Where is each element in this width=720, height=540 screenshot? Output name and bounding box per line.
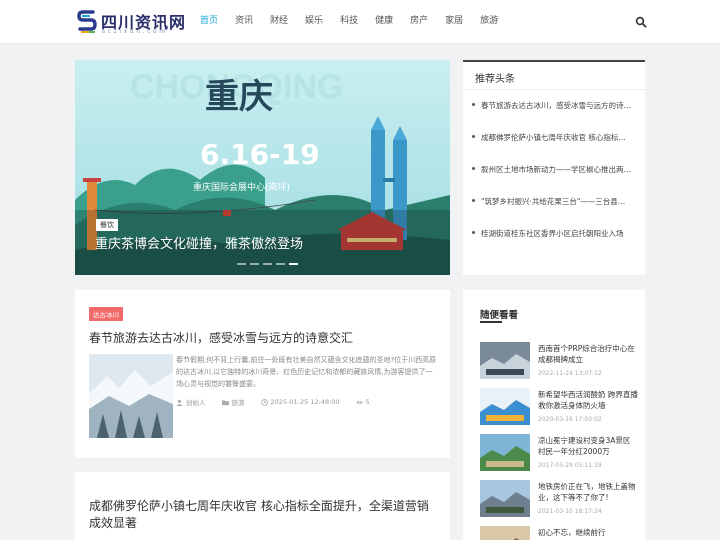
random-panel: 随便看看 西南首个PRP综合治疗中心在成都揭牌成立 2022-11-24 13:0… — [463, 290, 645, 540]
random-item-date: 2017-05-29 05:11:19 — [538, 462, 602, 469]
recommend-item[interactable]: 春节旅游去达古冰川，感受冰雪与远方的诗意交汇 — [472, 100, 642, 132]
random-item-thumbnail[interactable] — [480, 434, 530, 471]
recommend-panel: 推荐头条 春节旅游去达古冰川，感受冰雪与远方的诗意交汇 成都佛罗伦萨小镇七周年庆收… — [463, 60, 645, 275]
article-title[interactable]: 成都佛罗伦萨小镇七周年庆收官 核心指标全面提升，全渠道营销成效显著 — [89, 498, 439, 532]
article-views: 5 — [355, 397, 370, 407]
article-thumbnail[interactable] — [89, 354, 173, 438]
article-card: 达古冰川 春节旅游去达古冰川，感受冰雪与远方的诗意交汇 春节假期,何不背上行囊,… — [75, 290, 450, 458]
recommend-list: 春节旅游去达古冰川，感受冰雪与远方的诗意交汇 成都佛罗伦萨小镇七周年庆收官 核心指… — [472, 100, 642, 260]
nav-item[interactable]: 健康 — [375, 14, 393, 30]
article-date: 2025-01-25 12:48:00 — [260, 397, 340, 407]
slide-title[interactable]: 重庆茶博会文化碰撞，雅茶傲然登场 — [95, 233, 303, 252]
random-item-thumbnail[interactable] — [480, 480, 530, 517]
random-item[interactable]: 西南首个PRP综合治疗中心在成都揭牌成立 2022-11-24 13:07:12 — [480, 342, 640, 382]
article-category-badge[interactable]: 达古冰川 — [89, 307, 123, 321]
random-item-date: 2022-11-24 13:07:12 — [538, 370, 602, 377]
user-icon — [176, 399, 183, 406]
random-title: 随便看看 — [480, 310, 519, 321]
slider-dot[interactable] — [250, 263, 259, 265]
clock-icon — [260, 398, 268, 406]
random-item-title[interactable]: 地铁房价正在飞，地铁上盖物业，这下等不了你了! — [538, 481, 638, 503]
nav-item[interactable]: 科技 — [340, 14, 358, 30]
random-item-title[interactable]: 新希望华西活润酸奶 跨界直播救你激活身体防火墙 — [538, 389, 638, 411]
slider-dot[interactable] — [237, 263, 246, 265]
featured-slider[interactable]: CHONGQING 重庆 6.16-19 重庆国际会展中心(南坪) 餐饮 重庆茶… — [75, 60, 450, 275]
random-item-date: 2020-03-16 17:03:02 — [538, 416, 602, 423]
nav-item[interactable]: 财经 — [270, 14, 288, 30]
bullet-icon — [472, 135, 475, 138]
recommend-item[interactable]: 叙州区土地市场新动力——学区椒心推出两宗地 — [472, 164, 642, 196]
recommend-item[interactable]: 成都佛罗伦萨小镇七周年庆收官 核心指标全面提升 — [472, 132, 642, 164]
article-date-text: 2025-01-25 12:48:00 — [270, 398, 340, 406]
article-meta: 创始人 旅游 2025-01-25 12:48:00 5 — [176, 397, 386, 407]
article-card: 成都佛罗伦萨小镇七周年庆收官 核心指标全面提升，全渠道营销成效显著 — [75, 472, 450, 540]
article-section-name: 旅游 — [231, 399, 245, 407]
recommend-divider — [463, 89, 645, 90]
recommend-item[interactable]: "筑梦乡村振兴·共绘花果三台"——三台县水果产业 — [472, 196, 642, 228]
slider-dots — [237, 263, 302, 265]
recommend-item-text: 叙州区土地市场新动力——学区椒心推出两宗地 — [481, 165, 631, 174]
recommend-item-text: 春节旅游去达古冰川，感受冰雪与远方的诗意交汇 — [481, 101, 631, 110]
article-title[interactable]: 春节旅游去达古冰川，感受冰雪与远方的诗意交汇 — [89, 330, 439, 347]
random-item-thumbnail[interactable] — [480, 342, 530, 379]
eye-icon — [355, 400, 363, 404]
recommend-title: 推荐头条 — [475, 74, 515, 85]
random-item-title[interactable]: 初心不忘，继续前行 — [538, 527, 638, 538]
logo-s-icon — [77, 10, 97, 33]
random-item[interactable]: 凉山冕宁建设村变身3A景区 村民一年分红2000万 2017-05-29 05:1… — [480, 434, 640, 474]
nav-item[interactable]: 首页 — [200, 14, 218, 30]
nav-item[interactable]: 资讯 — [235, 14, 253, 30]
random-item[interactable]: 新希望华西活润酸奶 跨界直播救你激活身体防火墙 2020-03-16 17:03:… — [480, 388, 640, 428]
site-logo[interactable]: 四川资讯网 sczixun.com — [77, 8, 187, 38]
bullet-icon — [472, 103, 475, 106]
search-icon[interactable] — [635, 16, 647, 28]
random-item[interactable]: 地铁房价正在飞，地铁上盖物业，这下等不了你了! 2021-03-10 18:17:… — [480, 480, 640, 520]
nav-item[interactable]: 房产 — [410, 14, 428, 30]
slider-dot[interactable] — [276, 263, 285, 265]
recommend-item-text: "筑梦乡村振兴·共绘花果三台"——三台县水果产业 — [481, 197, 631, 206]
recommend-item-text: 成都佛罗伦萨小镇七周年庆收官 核心指标全面提升 — [481, 133, 631, 142]
article-views-count: 5 — [365, 398, 370, 406]
slider-dot[interactable] — [289, 263, 298, 265]
slider-dot[interactable] — [263, 263, 272, 265]
nav-item[interactable]: 家居 — [445, 14, 463, 30]
main-nav: 首页 资讯 财经 娱乐 科技 健康 房产 家居 旅游 — [200, 14, 515, 30]
nav-item[interactable]: 旅游 — [480, 14, 498, 30]
nav-item[interactable]: 娱乐 — [305, 14, 323, 30]
random-item-thumbnail[interactable] — [480, 388, 530, 425]
random-item-date: 2021-03-10 18:17:24 — [538, 508, 602, 515]
random-item-title[interactable]: 西南首个PRP综合治疗中心在成都揭牌成立 — [538, 343, 638, 365]
site-header: 四川资讯网 sczixun.com 首页 资讯 财经 娱乐 科技 健康 房产 家居 旅游 — [0, 0, 720, 44]
folder-icon — [221, 399, 229, 405]
banner-venue: 重庆国际会展中心(南坪) — [193, 181, 290, 193]
banner-city: 重庆 — [205, 77, 273, 117]
article-section[interactable]: 旅游 — [221, 397, 245, 407]
random-item[interactable]: 初心不忘，继续前行 — [480, 526, 640, 540]
logo-subtitle: sczixun.com — [102, 28, 168, 35]
article-author[interactable]: 创始人 — [176, 397, 206, 407]
slide-category-tag[interactable]: 餐饮 — [96, 219, 118, 231]
random-title-underline — [480, 321, 502, 323]
article-excerpt: 春节假期,何不背上行囊,前往一处既有壮美自然又蕴含文化底蕴的圣地?位于川西高原的… — [176, 356, 437, 388]
recommend-item-text: 桂湖街道桂东社区香界小区启托朝阳业入场 — [481, 229, 624, 238]
bullet-icon — [472, 199, 475, 202]
bullet-icon — [472, 231, 475, 234]
random-item-thumbnail[interactable] — [480, 526, 530, 540]
banner-date: 6.16-19 — [200, 138, 320, 171]
bullet-icon — [472, 167, 475, 170]
article-author-name: 创始人 — [186, 399, 206, 407]
recommend-item[interactable]: 桂湖街道桂东社区香界小区启托朝阳业入场 — [472, 228, 642, 260]
random-item-title[interactable]: 凉山冕宁建设村变身3A景区 村民一年分红2000万 — [538, 435, 638, 457]
